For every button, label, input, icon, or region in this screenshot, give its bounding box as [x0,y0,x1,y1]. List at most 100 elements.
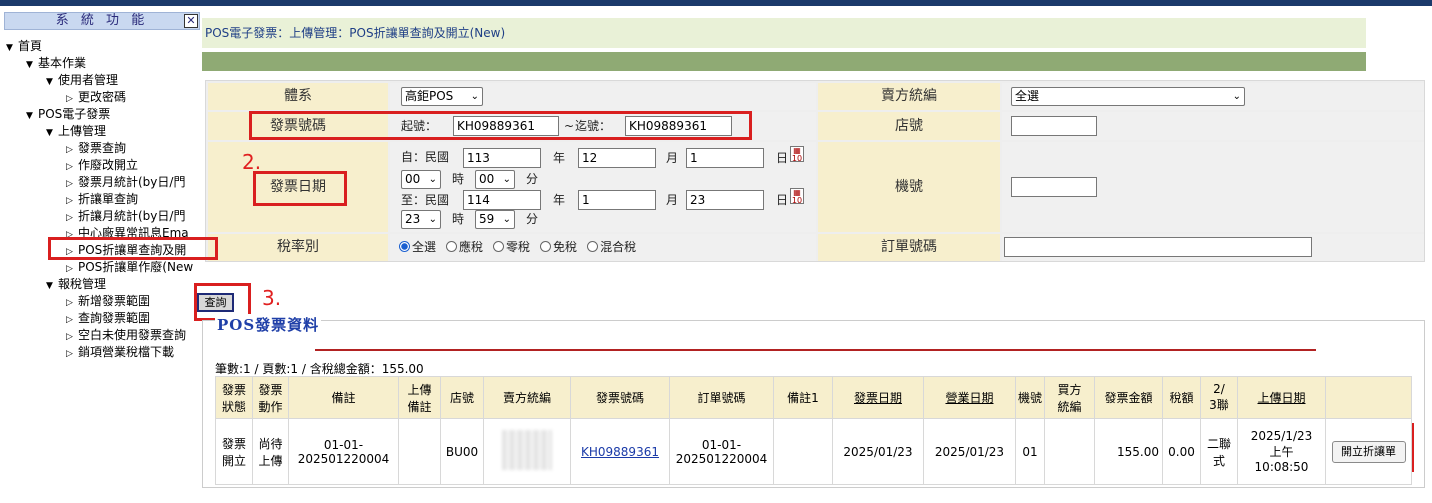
query-button[interactable]: 查詢 [197,293,234,312]
to-month-input[interactable]: 1 [578,190,656,210]
sidebar-item[interactable]: ▼ 基本作業 [26,55,86,72]
sidebar-item[interactable]: ▼ 使用者管理 [46,72,118,89]
close-icon[interactable]: ✕ [184,14,198,28]
cell-actions: 開立折讓單 [1325,418,1412,485]
col-upload-date[interactable]: 上傳日期 [1237,376,1326,419]
sidebar-item[interactable]: ▷ POS折讓單作廢(New [66,259,193,276]
sidebar-item[interactable]: ▷ 空白未使用發票查詢 [66,327,186,344]
sidebar-item[interactable]: ▷ 新增發票範圍 [66,293,150,310]
store-cell [1002,112,1424,140]
sidebar-item-label: 更改密碼 [78,90,127,104]
tax-option-label: 應稅 [459,240,484,254]
caret-right-icon[interactable]: ▷ [66,346,78,363]
sidebar-item-label: POS折讓單作廢(New [78,260,194,274]
to-minute-select[interactable]: 59 ⌄ [475,210,515,229]
caret-down-icon[interactable]: ▼ [6,40,18,57]
calendar-icon[interactable]: ▦ 10 [790,188,804,205]
tax-radio[interactable] [540,241,552,252]
machine-label: 機號 [818,142,1000,232]
calendar-icon[interactable]: ▦ 10 [790,146,804,163]
sidebar-item[interactable]: ▷ 折讓月統計(by日/門 [66,208,185,225]
cell-tax: 0.00 [1162,418,1201,485]
seller-cell: 全選 ⌄ [1002,83,1424,110]
col-order-no: 訂單號碼 [669,376,774,419]
sidebar-item[interactable]: ▷ 更改密碼 [66,89,126,106]
sidebar-item[interactable]: ▷ 發票月統計(by日/門 [66,174,185,191]
from-label: 自：民國 [401,150,450,164]
store-input[interactable] [1011,116,1097,136]
sidebar-item[interactable]: ▼ POS電子發票 [26,106,110,123]
from-hour-select[interactable]: 00 ⌄ [401,170,441,189]
from-minute-select[interactable]: 00 ⌄ [475,170,515,189]
sidebar-item-label: 空白未使用發票查詢 [78,328,187,342]
sidebar-item-label: 報稅管理 [58,277,107,291]
caret-down-icon[interactable]: ▼ [46,125,58,142]
tax-radio[interactable] [399,241,410,252]
col-business-date[interactable]: 營業日期 [923,376,1016,419]
annotation-box-invoice-range [249,111,752,140]
tax-radio[interactable] [446,241,458,252]
to-label: 至：民國 [401,193,450,207]
col-invoice-no: 發票號碼 [570,376,670,419]
cell-order-no: 01-01- 202501220004 [669,418,774,485]
caret-down-icon[interactable]: ▼ [26,57,38,74]
chevron-down-icon: ⌄ [502,174,511,185]
cell-note1 [773,418,833,485]
sidebar-item[interactable]: ▼ 首頁 [6,38,42,55]
from-month-input[interactable]: 12 [578,148,656,168]
sidebar-item-label: 基本作業 [38,56,87,70]
col-copies: 2/3聯 [1200,376,1238,419]
tax-radio[interactable] [493,241,505,252]
col-action: 發票 動作 [252,376,289,419]
tax-option-label: 混合稅 [600,240,637,254]
cell-store: BU00 [440,418,484,485]
cell-amount: 155.00 [1094,418,1163,485]
machine-input[interactable] [1011,177,1097,197]
to-hour-select[interactable]: 23 ⌄ [401,210,441,229]
cell-invoice-no: KH09889361 [570,418,670,485]
caret-down-icon[interactable]: ▼ [46,278,58,295]
seller-label: 賣方統編 [818,83,1000,110]
col-store: 店號 [440,376,484,419]
cell-note: 01-01- 202501220004 [288,418,399,485]
from-year-input[interactable]: 113 [463,148,541,168]
chevron-down-icon: ⌄ [1232,91,1241,102]
cell-machine: 01 [1015,418,1045,485]
sidebar-item[interactable]: ▷ 銷項營業稅檔下載 [66,344,174,361]
annotation-number-2: 2. [242,150,262,174]
sidebar-item[interactable]: ▷ 發票查詢 [66,140,126,157]
sidebar-item[interactable]: ▼ 報稅管理 [46,276,106,293]
to-day-input[interactable]: 23 [686,190,764,210]
cell-action: 尚待 上傳 [252,418,289,485]
open-allowance-button[interactable]: 開立折讓單 [1331,440,1406,463]
sidebar-item[interactable]: ▷ 查詢發票範圍 [66,310,150,327]
from-day-input[interactable]: 1 [686,148,764,168]
col-machine: 機號 [1015,376,1045,419]
top-header-bar [0,0,1432,6]
order-input[interactable] [1004,237,1312,257]
col-invoice-date[interactable]: 發票日期 [832,376,924,419]
sidebar-item[interactable]: ▼ 上傳管理 [46,123,106,140]
day-unit: 日 [776,151,789,165]
tax-option-label: 全選 [412,240,437,254]
caret-down-icon[interactable]: ▼ [26,108,38,125]
sidebar-item[interactable]: ▷ 折讓單查詢 [66,191,138,208]
annotation-box-date [253,171,347,206]
cell-status: 發票 開立 [215,418,253,485]
order-cell [1002,234,1424,261]
system-select[interactable]: 高鉅POS ⌄ [401,87,483,106]
annotation-number-3: 3. [262,286,282,310]
year-unit: 年 [553,193,566,207]
tax-radio[interactable] [587,241,599,252]
chevron-down-icon: ⌄ [502,214,511,225]
caret-down-icon[interactable]: ▼ [46,74,58,91]
date-cell: 自：民國 113 年 12 月 1 日 ▦ 10 00 ⌄ 時 00 ⌄ 分 至：民國… [390,142,816,232]
seller-select[interactable]: 全選 ⌄ [1011,87,1245,106]
sidebar-item-label: 發票查詢 [78,141,127,155]
to-year-input[interactable]: 114 [463,190,541,210]
sidebar-item[interactable]: ▷ 作廢改開立 [66,157,138,174]
month-unit: 月 [666,193,679,207]
cell-business-date: 2025/01/23 [923,418,1016,485]
store-label: 店號 [818,112,1000,140]
invoice-no-link[interactable]: KH09889361 [581,445,659,459]
